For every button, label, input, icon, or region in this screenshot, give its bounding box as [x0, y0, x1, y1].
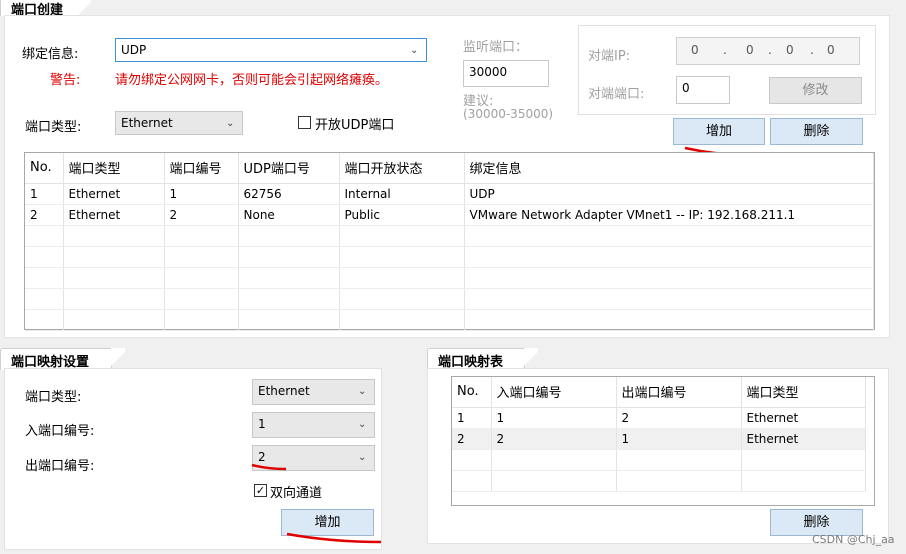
- ip-dot: .: [768, 43, 772, 57]
- col-in-port[interactable]: 入端口编号: [491, 377, 617, 408]
- empty-row: [25, 309, 874, 331]
- bind-info-value: UDP: [121, 43, 147, 57]
- empty-row: [25, 288, 874, 310]
- tab-port-create[interactable]: 端口创建: [0, 0, 91, 20]
- cell-bind-info: UDP: [464, 183, 874, 205]
- tab-port-mapping-settings[interactable]: 端口映射设置: [0, 348, 125, 370]
- cell-open-status: Public: [339, 204, 465, 226]
- table-row[interactable]: 1 Ethernet 1 62756 Internal UDP: [25, 183, 874, 205]
- cell-in-port: 1: [491, 407, 617, 429]
- watermark: CSDN @Chj_aa: [812, 533, 895, 546]
- cell-udp-port: 62756: [238, 183, 340, 205]
- open-udp-checkbox[interactable]: [298, 116, 311, 129]
- ip-dot: .: [723, 43, 727, 57]
- cell-port-number: 1: [164, 183, 239, 205]
- empty-row: [452, 470, 866, 492]
- peer-ip-octet-2: 0: [746, 43, 754, 57]
- cell-port-type: Ethernet: [63, 183, 165, 205]
- cell-port-number: 2: [164, 204, 239, 226]
- tab-port-mapping-table[interactable]: 端口映射表: [427, 348, 538, 370]
- col-bind-info[interactable]: 绑定信息: [464, 153, 874, 184]
- annotation-underline: [286, 532, 382, 544]
- open-udp-label: 开放UDP端口: [315, 118, 395, 133]
- col-no[interactable]: No.: [25, 153, 64, 184]
- cell-out-port: 2: [616, 407, 742, 429]
- chevron-down-icon: ⌄: [358, 419, 367, 430]
- warning-label: 警告:: [50, 73, 81, 88]
- col-out-port[interactable]: 出端口编号: [616, 377, 742, 408]
- cell-no: 2: [452, 428, 492, 450]
- bidirectional-label: 双向通道: [270, 486, 323, 501]
- map-port-type-label: 端口类型:: [25, 390, 82, 405]
- chevron-down-icon: ⌄: [358, 386, 367, 397]
- warning-text: 请勿绑定公网网卡，否则可能会引起网络瘫痪。: [115, 73, 389, 88]
- peer-ip-octet-4: 0: [827, 43, 835, 57]
- add-port-button[interactable]: 增加: [673, 118, 765, 145]
- map-port-type-select[interactable]: Ethernet ⌄: [252, 379, 375, 405]
- col-port-type[interactable]: 端口类型: [741, 377, 866, 408]
- empty-row: [25, 267, 874, 289]
- peer-ip-octet-3: 0: [786, 43, 794, 57]
- chevron-down-icon: ⌄: [226, 118, 235, 129]
- ip-dot: .: [810, 43, 814, 57]
- bind-info-label: 绑定信息:: [22, 47, 79, 62]
- peer-ip-label: 对端IP:: [588, 49, 631, 64]
- bind-info-select[interactable]: UDP ⌄: [115, 38, 427, 62]
- listen-port-input[interactable]: 30000: [463, 60, 549, 87]
- peer-ip-octet-1: 0: [691, 43, 699, 57]
- empty-row: [25, 225, 874, 247]
- cell-port-type: Ethernet: [63, 204, 165, 226]
- empty-row: [452, 449, 866, 471]
- in-port-value: 1: [258, 417, 266, 431]
- port-table: No. 端口类型 端口编号 UDP端口号 端口开放状态 绑定信息 1 Ether…: [25, 153, 874, 331]
- chevron-down-icon: ⌄: [358, 452, 367, 463]
- port-table-header: No. 端口类型 端口编号 UDP端口号 端口开放状态 绑定信息: [25, 153, 874, 184]
- out-port-label: 出端口编号:: [25, 459, 95, 474]
- port-type-label: 端口类型:: [25, 120, 82, 135]
- annotation-underline: [251, 463, 287, 471]
- cell-in-port: 2: [491, 428, 617, 450]
- peer-ip-input[interactable]: 0 . 0 . 0 . 0: [676, 37, 860, 65]
- bidirectional-checkbox[interactable]: ✓: [254, 484, 267, 497]
- cell-open-status: Internal: [339, 183, 465, 205]
- cell-udp-port: None: [238, 204, 340, 226]
- table-row[interactable]: 2 2 1 Ethernet: [452, 428, 866, 450]
- cell-no: 2: [25, 204, 64, 226]
- modify-button[interactable]: 修改: [769, 77, 862, 104]
- peer-port-value: 0: [682, 81, 690, 95]
- col-no[interactable]: No.: [452, 377, 492, 408]
- table-row[interactable]: 2 Ethernet 2 None Public VMware Network …: [25, 204, 874, 226]
- col-port-number[interactable]: 端口编号: [164, 153, 239, 184]
- col-port-type[interactable]: 端口类型: [63, 153, 165, 184]
- chevron-down-icon: ⌄: [410, 45, 419, 56]
- in-port-label: 入端口编号:: [25, 424, 95, 439]
- port-type-value: Ethernet: [121, 116, 173, 130]
- col-open-status[interactable]: 端口开放状态: [339, 153, 465, 184]
- cell-no: 1: [25, 183, 64, 205]
- suggest-range: (30000-35000): [463, 107, 554, 121]
- delete-mapping-button[interactable]: 删除: [770, 509, 863, 536]
- mapping-table: No. 入端口编号 出端口编号 端口类型 1 1 2 Ethernet 2 2 …: [452, 377, 866, 492]
- peer-port-input[interactable]: 0: [676, 76, 730, 104]
- cell-port-type: Ethernet: [741, 428, 866, 450]
- in-port-select[interactable]: 1 ⌄: [252, 412, 375, 438]
- listen-port-label: 监听端口：: [463, 40, 529, 55]
- cell-bind-info: VMware Network Adapter VMnet1 -- IP: 192…: [464, 204, 874, 226]
- table-row[interactable]: 1 1 2 Ethernet: [452, 407, 866, 429]
- port-type-select[interactable]: Ethernet ⌄: [115, 111, 243, 135]
- col-udp-port[interactable]: UDP端口号: [238, 153, 340, 184]
- map-port-type-value: Ethernet: [258, 384, 310, 398]
- peer-port-label: 对端端口:: [588, 87, 645, 102]
- mapping-table-header: No. 入端口编号 出端口编号 端口类型: [452, 377, 866, 408]
- empty-row: [25, 246, 874, 268]
- cell-no: 1: [452, 407, 492, 429]
- delete-port-button[interactable]: 删除: [770, 118, 863, 145]
- cell-port-type: Ethernet: [741, 407, 866, 429]
- cell-out-port: 1: [616, 428, 742, 450]
- listen-port-value: 30000: [469, 65, 508, 79]
